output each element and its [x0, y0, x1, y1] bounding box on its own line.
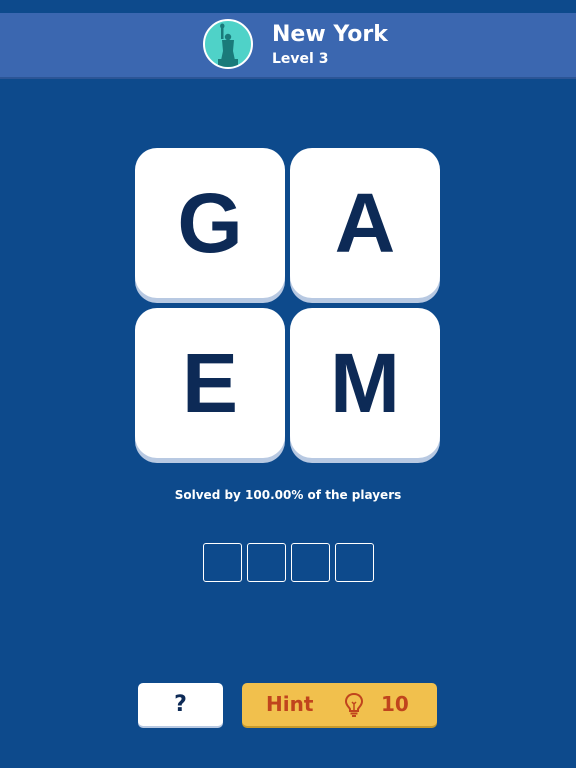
statue-of-liberty-icon — [218, 23, 238, 67]
hint-button[interactable]: Hint 10 — [242, 683, 437, 726]
city-title: New York — [272, 22, 388, 47]
letter-tile-4[interactable]: M — [290, 308, 440, 458]
answer-slot-3[interactable] — [291, 543, 330, 582]
answer-slot-2[interactable] — [247, 543, 286, 582]
hint-label: Hint — [266, 692, 314, 716]
letter-tile-3[interactable]: E — [135, 308, 285, 458]
top-strip — [0, 0, 576, 13]
solved-stat: Solved by 100.00% of the players — [174, 488, 402, 502]
lightbulb-icon — [343, 692, 365, 722]
letter-tile-1[interactable]: G — [135, 148, 285, 298]
city-avatar — [203, 19, 253, 69]
answer-slot-4[interactable] — [335, 543, 374, 582]
help-button[interactable]: ? — [138, 683, 223, 726]
header-bar: New York Level 3 — [0, 13, 576, 77]
answer-slot-1[interactable] — [203, 543, 242, 582]
level-label: Level 3 — [272, 51, 329, 67]
hint-count: 10 — [381, 692, 409, 716]
letter-tile-2[interactable]: A — [290, 148, 440, 298]
